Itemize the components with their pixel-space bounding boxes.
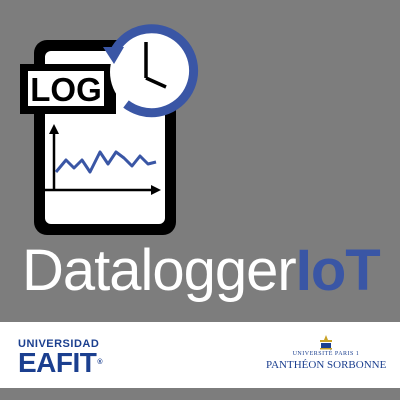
bottom-bar (0, 388, 400, 400)
eafit-logo-line2: EAFIT® (18, 347, 103, 378)
page-title: DataloggerIoT (22, 236, 382, 306)
cover-image: LOG DataloggerIoT UNIVERSIDAD EAFIT® UNI… (0, 0, 400, 400)
log-tag: LOG (20, 64, 116, 114)
title-datalogger: Datalogger (22, 238, 297, 303)
eafit-name: EAFIT (18, 347, 97, 378)
sorbonne-logo-line1: UNIVERSITÉ PARIS 1 (292, 351, 360, 357)
registered-mark: ® (97, 359, 103, 366)
sorbonne-logo: UNIVERSITÉ PARIS 1 PANTHÉON SORBONNE (266, 334, 386, 372)
sorbonne-logo-line2: PANTHÉON SORBONNE (266, 359, 387, 371)
sorbonne-crest-icon (320, 335, 332, 350)
log-label: LOG (30, 71, 102, 108)
eafit-logo: UNIVERSIDAD EAFIT® (18, 338, 103, 378)
title-iot: IoT (295, 238, 381, 303)
